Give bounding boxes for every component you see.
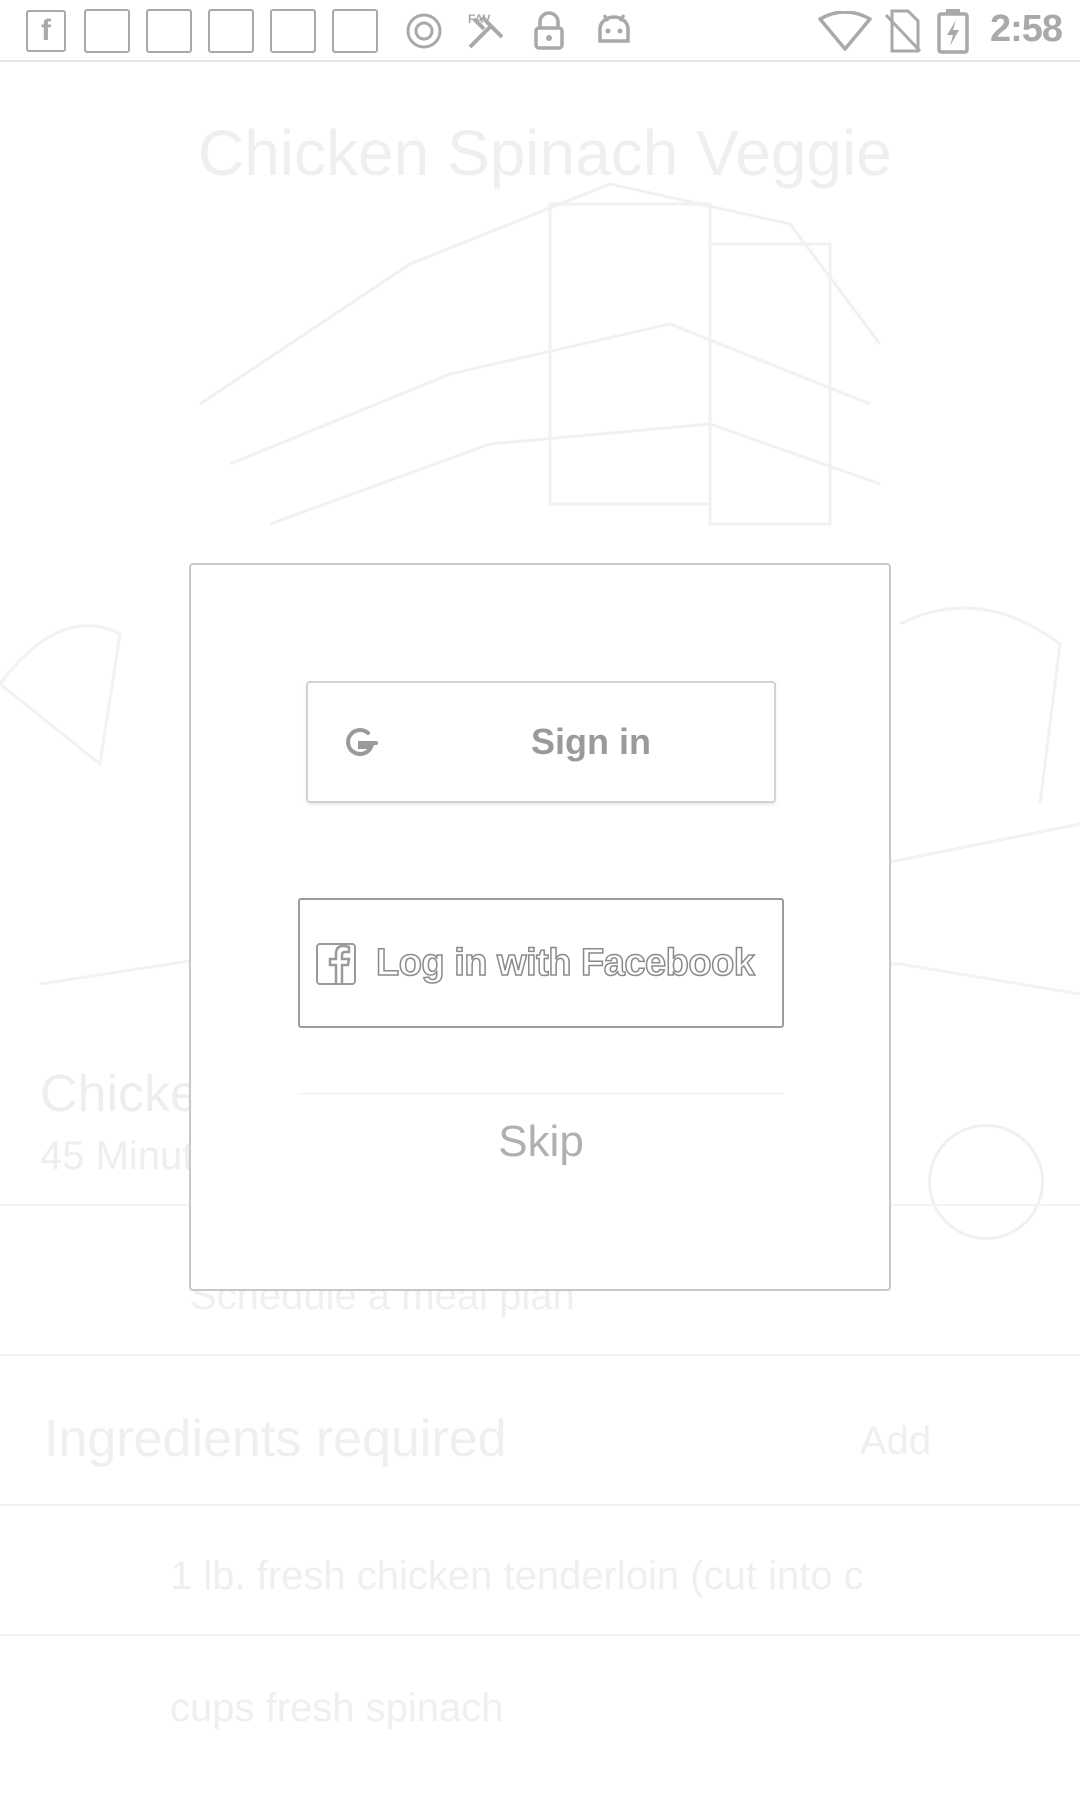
background-image xyxy=(190,182,890,586)
background-add-label: Add xyxy=(860,1419,932,1463)
divider xyxy=(0,1504,1080,1506)
satellite-icon: FAV xyxy=(462,10,512,52)
google-sign-in-button[interactable]: Sign in xyxy=(306,681,776,803)
lock-icon xyxy=(532,10,566,52)
background-ingredient-item: cups fresh spinach xyxy=(170,1686,504,1730)
divider xyxy=(0,1354,1080,1356)
skip-button[interactable]: Skip xyxy=(298,1093,784,1190)
facebook-login-button[interactable]: Log in with Facebook xyxy=(298,898,784,1028)
battery-charging-icon xyxy=(936,9,970,54)
google-icon xyxy=(346,728,378,756)
svg-text:FAV: FAV xyxy=(468,12,490,26)
notification-icon xyxy=(208,9,254,53)
facebook-notification-icon: f xyxy=(26,10,66,52)
sync-icon xyxy=(404,10,444,52)
background-ingredients-heading: Ingredients required xyxy=(44,1410,507,1468)
notification-icon xyxy=(146,9,192,53)
clock: 2:58 xyxy=(989,8,1063,50)
screen: f FAV 2:58 Chicken Spinach Veggie Chicke… xyxy=(0,0,1080,1794)
facebook-login-label: Log in with Facebook xyxy=(375,941,755,985)
divider xyxy=(0,1634,1080,1636)
wifi-icon xyxy=(818,10,872,52)
status-bar: f FAV 2:58 xyxy=(0,0,1080,62)
notification-icon xyxy=(84,9,130,53)
facebook-icon xyxy=(316,943,356,985)
no-sim-icon xyxy=(884,9,922,53)
background-favorite-button xyxy=(928,1124,1044,1240)
google-sign-in-label: Sign in xyxy=(531,721,651,762)
android-icon xyxy=(594,10,634,52)
notification-icon xyxy=(332,9,378,53)
notification-icon xyxy=(270,9,316,53)
background-ingredient-item: 1 lb. fresh chicken tenderloin (cut into… xyxy=(170,1554,864,1598)
login-dialog: Sign in Log in with Facebook Skip xyxy=(189,563,891,1291)
